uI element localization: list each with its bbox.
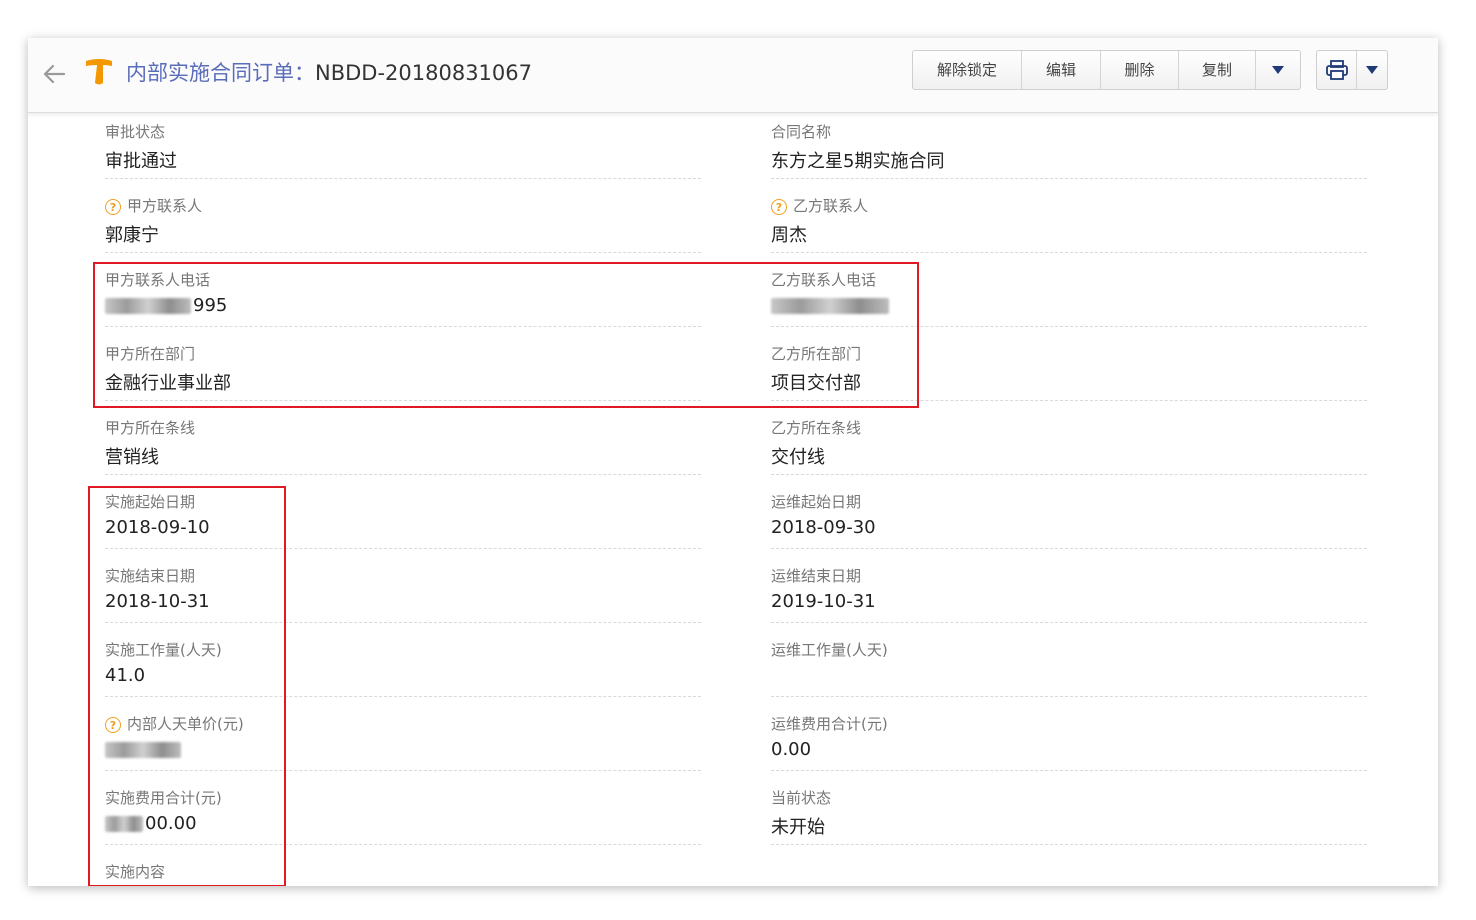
divider <box>105 178 701 179</box>
unlock-button[interactable]: 解除锁定 <box>913 51 1022 89</box>
divider <box>771 474 1367 475</box>
title-label: 内部实施合同订单： <box>126 61 315 85</box>
field-value: 41.0 <box>105 665 146 686</box>
field-label: 审批状态 <box>105 123 166 141</box>
field-label: 甲方联系人电话 <box>105 271 211 289</box>
field-label: 甲方所在条线 <box>105 419 196 437</box>
redacted-mask <box>105 816 143 832</box>
field-label: 乙方所在条线 <box>771 419 862 437</box>
divider <box>771 548 1367 549</box>
divider <box>105 252 701 253</box>
back-arrow-icon[interactable] <box>40 60 68 88</box>
field-value: 2018-09-30 <box>771 517 876 538</box>
divider <box>105 400 701 401</box>
divider <box>105 548 701 549</box>
divider <box>771 326 1367 327</box>
field-value: 00.00 <box>105 813 197 834</box>
field-label: 当前状态 <box>771 789 832 807</box>
field-label: 合同名称 <box>771 123 832 141</box>
page-header: 内部实施合同订单：NBDD-20180831067 解除锁定 编辑 删除 复制 <box>28 38 1438 113</box>
divider <box>771 622 1367 623</box>
field-label: ? 乙方联系人 <box>771 195 868 216</box>
field-label: 乙方联系人电话 <box>771 271 877 289</box>
field-value: 2019-10-31 <box>771 591 876 612</box>
field-value <box>771 295 891 316</box>
field-value: 营销线 <box>105 447 159 468</box>
field-value-visible: 995 <box>193 295 228 316</box>
field-value: 0.00 <box>771 739 812 760</box>
divider <box>105 622 701 623</box>
field-value <box>105 739 183 760</box>
field-value: 2018-10-31 <box>105 591 210 612</box>
field-label: 实施结束日期 <box>105 567 196 585</box>
printer-icon <box>1325 60 1348 80</box>
field-label: ? 内部人天单价(元) <box>105 713 244 734</box>
field-value: 周杰 <box>771 225 807 246</box>
page-title: 内部实施合同订单：NBDD-20180831067 <box>126 57 532 87</box>
help-icon[interactable]: ? <box>105 716 121 733</box>
chevron-down-icon <box>1272 66 1284 74</box>
divider <box>771 252 1367 253</box>
field-label-text: 内部人天单价(元) <box>127 715 244 733</box>
divider <box>105 326 701 327</box>
print-button[interactable] <box>1317 51 1358 89</box>
field-label-text: 乙方联系人 <box>793 197 869 215</box>
field-label: 运维起始日期 <box>771 493 862 511</box>
divider <box>105 844 701 845</box>
more-actions-dropdown[interactable] <box>1256 51 1300 89</box>
chevron-down-icon <box>1366 66 1379 74</box>
divider <box>771 400 1367 401</box>
redacted-mask <box>105 298 191 314</box>
logo-icon <box>86 59 112 85</box>
help-icon[interactable]: ? <box>771 198 787 215</box>
field-label: 实施内容 <box>105 863 166 881</box>
field-label: 实施费用合计(元) <box>105 789 222 807</box>
field-label: 实施工作量(人天) <box>105 641 222 659</box>
field-label: 运维费用合计(元) <box>771 715 888 733</box>
field-label: 运维工作量(人天) <box>771 641 888 659</box>
divider <box>771 844 1367 845</box>
divider <box>771 770 1367 771</box>
print-button-group <box>1316 50 1388 90</box>
order-number: NBDD-20180831067 <box>315 61 533 85</box>
action-button-group: 解除锁定 编辑 删除 复制 <box>912 50 1301 90</box>
copy-button[interactable]: 复制 <box>1179 51 1256 89</box>
print-options-dropdown[interactable] <box>1357 51 1387 89</box>
field-value: 金融行业事业部 <box>105 373 231 394</box>
field-label: 甲方所在部门 <box>105 345 196 363</box>
field-value: 995 <box>105 295 227 316</box>
field-value: 郭康宁 <box>105 225 159 246</box>
field-value: 2018-09-10 <box>105 517 210 538</box>
divider <box>105 770 701 771</box>
contract-window: 内部实施合同订单：NBDD-20180831067 解除锁定 编辑 删除 复制 <box>28 38 1438 886</box>
field-value: 项目交付部 <box>771 373 861 394</box>
divider <box>771 696 1367 697</box>
edit-button[interactable]: 编辑 <box>1022 51 1101 89</box>
field-label: ? 甲方联系人 <box>105 195 202 216</box>
redacted-mask <box>771 298 889 314</box>
field-value-visible: 00.00 <box>145 813 197 834</box>
field-value: 东方之星5期实施合同 <box>771 151 945 172</box>
field-label: 运维结束日期 <box>771 567 862 585</box>
divider <box>105 696 701 697</box>
divider <box>105 474 701 475</box>
field-label-text: 甲方联系人 <box>127 197 203 215</box>
divider <box>771 178 1367 179</box>
field-label: 乙方所在部门 <box>771 345 862 363</box>
field-value: 交付线 <box>771 447 825 468</box>
field-label: 实施起始日期 <box>105 493 196 511</box>
field-value: 审批通过 <box>105 151 177 172</box>
redacted-mask <box>105 742 181 758</box>
field-value: 未开始 <box>771 817 825 838</box>
help-icon[interactable]: ? <box>105 198 121 215</box>
delete-button[interactable]: 删除 <box>1101 51 1179 89</box>
